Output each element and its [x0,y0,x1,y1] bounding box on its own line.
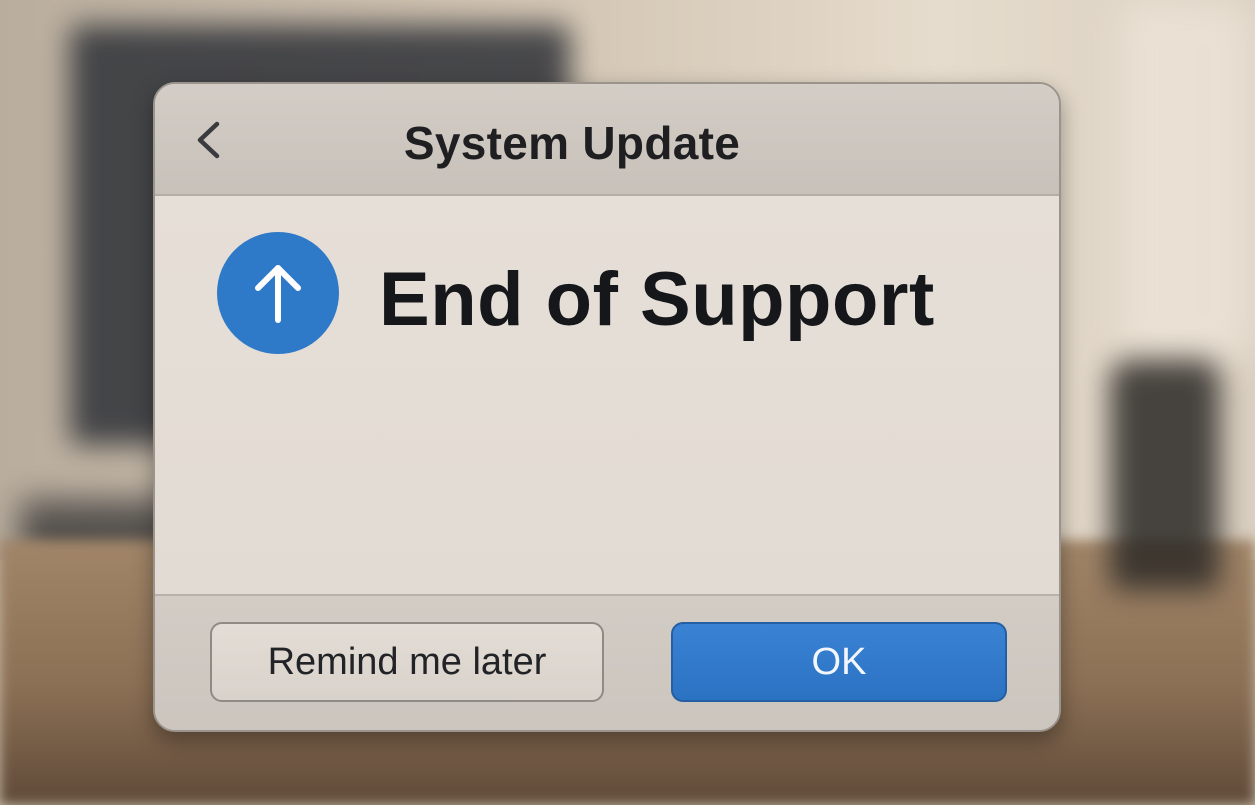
dialog-title: System Update [403,117,741,169]
remind-me-later-button[interactable]: Remind me later [210,622,604,702]
dialog-footer: Remind me later OK [155,594,1059,730]
system-update-dialog: System Update End of Support Remind me l… [153,82,1061,732]
dialog-titlebar: System Update [155,84,1059,196]
dialog-content: End of Support [155,196,1059,594]
arrow-up-circle-icon [217,232,339,354]
background-pen-holder [1110,360,1220,590]
background-window-light [1120,0,1255,360]
dialog-heading: End of Support [379,257,935,342]
ok-button[interactable]: OK [671,622,1007,702]
